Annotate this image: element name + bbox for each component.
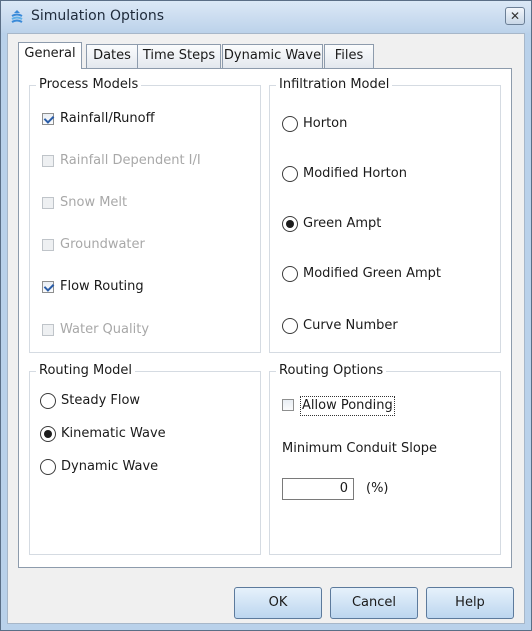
routing-options-title: Routing Options [276, 363, 387, 378]
title-bar[interactable]: Simulation Options ✕ [1, 1, 531, 33]
checkbox-label: Rainfall Dependent I/I [60, 153, 201, 168]
checkbox-box[interactable] [42, 197, 54, 209]
radio-button[interactable] [40, 426, 56, 442]
tab-label: Dynamic Wave [223, 48, 322, 63]
checkbox-label: Snow Melt [60, 195, 128, 210]
routing-options-group: Routing Options Allow Ponding Minimum Co… [269, 363, 501, 555]
checkbox-label: Rainfall/Runoff [60, 111, 155, 126]
radio-button[interactable] [282, 266, 298, 282]
radio-label: Dynamic Wave [61, 459, 159, 474]
checkbox-label: Allow Ponding [300, 396, 395, 416]
checkbox-label: Groundwater [60, 237, 145, 252]
radio-label: Horton [303, 116, 348, 131]
checkbox-label: Water Quality [60, 322, 150, 337]
routing-model-title: Routing Model [36, 363, 136, 378]
close-icon: ✕ [509, 9, 521, 23]
checkbox-box[interactable] [42, 324, 54, 336]
checkbox-label: Flow Routing [60, 279, 144, 294]
cancel-button[interactable]: Cancel [330, 587, 418, 619]
infiltration-model-title: Infiltration Model [276, 77, 393, 92]
tab-label: General [24, 46, 76, 61]
routing-model-group: Routing Model Steady Flow Kinematic Wave… [29, 363, 261, 555]
infiltration-model-group: Infiltration Model Horton Modified Horto… [269, 77, 501, 353]
radio-button[interactable] [282, 116, 298, 132]
radio-label: Curve Number [303, 318, 398, 333]
checkbox-box[interactable] [42, 281, 54, 293]
checkbox-box[interactable] [42, 239, 54, 251]
radio-label: Kinematic Wave [61, 426, 166, 441]
simulation-options-dialog: Simulation Options ✕ General Dates Time … [0, 0, 532, 631]
radio-label: Modified Green Ampt [303, 266, 442, 281]
radio-button[interactable] [282, 216, 298, 232]
tab-files[interactable]: Files [324, 44, 374, 68]
min-conduit-slope-label: Minimum Conduit Slope [282, 441, 438, 456]
process-models-title: Process Models [36, 77, 142, 92]
ok-button[interactable]: OK [234, 587, 322, 619]
window-title: Simulation Options [31, 8, 165, 24]
radio-button[interactable] [282, 318, 298, 334]
tab-dynamic-wave[interactable]: Dynamic Wave [222, 44, 323, 68]
tab-label: Files [334, 48, 364, 63]
general-tab-panel: Process Models Rainfall/Runoff Rainfall … [18, 68, 512, 568]
tab-dates[interactable]: Dates [86, 44, 138, 68]
radio-button[interactable] [282, 166, 298, 182]
app-icon [11, 10, 23, 23]
radio-label: Green Ampt [303, 216, 382, 231]
min-conduit-slope-input[interactable]: 0 [282, 478, 354, 500]
help-button[interactable]: Help [426, 587, 514, 619]
checkbox-box[interactable] [42, 155, 54, 167]
radio-label: Steady Flow [61, 393, 141, 408]
tab-label: Dates [93, 48, 131, 63]
checkbox-box[interactable] [282, 399, 294, 411]
radio-button[interactable] [40, 459, 56, 475]
tab-time-steps[interactable]: Time Steps [137, 44, 221, 68]
close-button[interactable]: ✕ [505, 7, 525, 25]
radio-label: Modified Horton [303, 166, 407, 181]
checkbox-box[interactable] [42, 113, 54, 125]
radio-button[interactable] [40, 393, 56, 409]
percent-unit-label: (%) [366, 481, 389, 496]
process-models-group: Process Models Rainfall/Runoff Rainfall … [29, 77, 261, 353]
tab-general[interactable]: General [18, 42, 82, 69]
dialog-client-area: General Dates Time Steps Dynamic Wave Fi… [7, 33, 525, 624]
tab-label: Time Steps [142, 48, 216, 63]
